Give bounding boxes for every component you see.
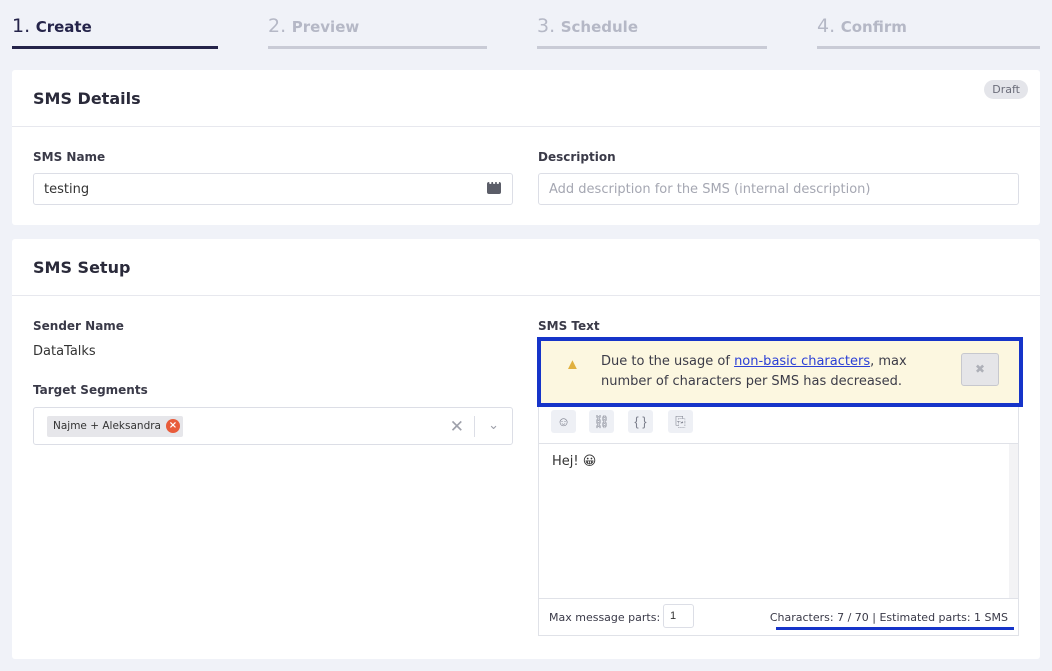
step-number: 4. [817,15,836,37]
segment-chip: Najme + Aleksandra × [47,416,183,437]
warning-prefix: Due to the usage of [601,354,730,369]
step-label: Create [35,18,92,36]
character-count: Characters: 7 / 70 | Estimated parts: 1 … [769,611,1008,624]
target-segments-select[interactable]: Najme + Aleksandra × ✕ ⌄ [33,407,513,445]
sender-name-value: DataTalks [33,344,96,359]
step-confirm[interactable]: 4. Confirm [817,0,1040,52]
editor-content: Hej! 😀 [552,454,597,469]
card-header: SMS Setup [12,239,1040,296]
editor-toolbar: ☺ ⛓ { } ⎘ [539,407,1018,444]
chevron-down-icon[interactable]: ⌄ [488,417,499,433]
segment-chip-label: Najme + Aleksandra [53,420,161,432]
password-manager-icon[interactable] [487,179,501,194]
step-label: Confirm [840,18,907,36]
max-parts-label: Max message parts: [549,611,661,624]
editor-textarea[interactable]: Hej! 😀 [539,444,1010,598]
insert-icon[interactable]: ⎘ [668,410,693,433]
sms-text-label: SMS Text [538,319,600,333]
status-badge: Draft [984,80,1028,99]
sms-name-input[interactable]: testing [33,173,513,205]
non-basic-characters-link[interactable]: non-basic characters [734,354,870,369]
sms-name-label: SMS Name [33,150,106,164]
step-label: Preview [291,18,360,36]
step-label: Schedule [560,18,638,36]
variable-icon[interactable]: { } [628,410,653,433]
step-schedule[interactable]: 3. Schedule [537,0,767,52]
target-segments-label: Target Segments [33,383,148,397]
link-icon[interactable]: ⛓ [589,410,614,433]
card-title: SMS Setup [33,258,131,277]
close-warning-button[interactable]: ✖ [961,353,999,386]
card-header: SMS Details Draft [12,70,1040,127]
clear-icon[interactable]: ✕ [450,417,464,437]
step-preview[interactable]: 2. Preview [268,0,487,52]
step-indicator-bar [12,46,218,49]
description-input[interactable]: Add description for the SMS (internal de… [538,173,1019,205]
max-parts-input[interactable]: 1 [663,604,694,628]
step-indicator-bar [817,46,1040,49]
editor-footer: Max message parts: 1 Characters: 7 / 70 … [539,598,1018,636]
step-number: 2. [268,15,287,37]
sender-name-label: Sender Name [33,319,124,333]
scrollbar[interactable] [1009,444,1018,598]
remove-chip-icon[interactable]: × [165,419,180,433]
card-title: SMS Details [33,89,141,108]
sms-name-value: testing [44,182,90,197]
step-number: 3. [537,15,556,37]
description-label: Description [538,150,616,164]
warning-text: Due to the usage of non-basic characters… [601,352,931,392]
sms-setup-card: SMS Setup Sender Name DataTalks Target S… [12,239,1040,659]
character-count-highlight [776,627,1014,630]
divider [474,416,475,437]
step-create[interactable]: 1. Create [12,0,218,52]
step-indicator-bar [268,46,487,49]
step-number: 1. [12,15,31,37]
sms-text-editor: ☺ ⛓ { } ⎘ Hej! 😀 Max message parts: 1 Ch… [538,407,1019,636]
warning-icon: ▲ [565,356,580,373]
step-indicator-bar [537,46,767,49]
sms-details-card: SMS Details Draft SMS Name testing Descr… [12,70,1040,225]
emoji-icon[interactable]: ☺ [551,410,576,433]
warning-banner: ▲ Due to the usage of non-basic characte… [537,337,1023,407]
description-placeholder: Add description for the SMS (internal de… [549,182,871,197]
